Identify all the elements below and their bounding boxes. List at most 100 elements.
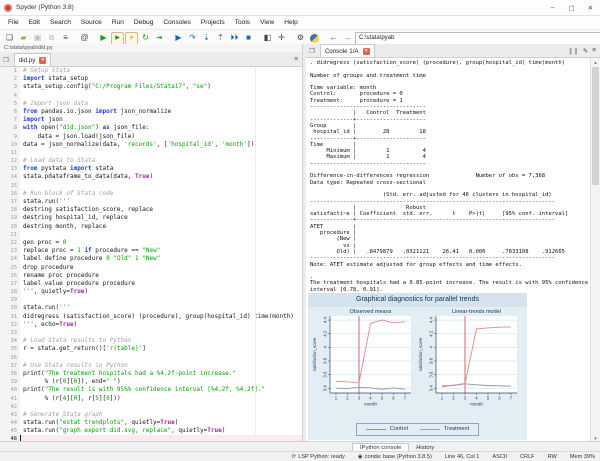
close-icon[interactable]: ✕	[363, 48, 370, 55]
step-out-icon[interactable]: ⇡	[214, 32, 227, 45]
menu-source[interactable]: Source	[76, 19, 107, 26]
menu-run[interactable]: Run	[107, 19, 129, 26]
code-line: 21	[0, 231, 302, 239]
svg-text:4: 4	[429, 346, 434, 349]
svg-text:4.2: 4.2	[429, 330, 434, 337]
preferences-icon[interactable]: ⚙	[294, 32, 307, 45]
menu-edit[interactable]: Edit	[24, 19, 45, 26]
menu-tools[interactable]: Tools	[230, 19, 255, 26]
readwrite-status: RW	[548, 454, 557, 460]
browse-tabs-icon[interactable]: ❐	[0, 56, 12, 64]
line-number: 25	[0, 264, 20, 272]
editor-pane: C:\stata\pyab\did.py ❐ did.py ✕ ≡ 1# Set…	[0, 44, 303, 442]
new-file-icon[interactable]: ❏	[3, 32, 16, 45]
debug-stop-icon[interactable]: ■	[242, 32, 255, 45]
inspect-icon[interactable]: ✎	[583, 47, 588, 55]
save-all-icon[interactable]: ⧉	[45, 32, 58, 45]
find-symbols-icon[interactable]: @	[78, 32, 91, 45]
console-options-icon[interactable]: ≡	[592, 47, 596, 54]
code-text: stata.run('''	[20, 304, 70, 312]
python-logo-icon	[310, 34, 319, 43]
line-number: 33	[0, 329, 20, 337]
tab-console-1a[interactable]: Console 1/A ✕	[320, 44, 375, 57]
close-icon[interactable]: ✕	[39, 57, 46, 64]
svg-text:3: 3	[464, 395, 467, 400]
line-number: 28	[0, 288, 20, 296]
line-number: 40	[0, 386, 20, 394]
code-text: with open("did.json") as json_file:	[20, 124, 149, 132]
code-lines: 1# Setup Stata2import stata_setup3stata_…	[0, 67, 302, 442]
scrollbar-thumb[interactable]	[592, 67, 599, 185]
svg-text:3.8: 3.8	[429, 357, 434, 364]
cursor-position: Line 46, Col 1	[445, 454, 480, 460]
code-line: 30stata.run('''	[0, 304, 302, 312]
debug-file-icon[interactable]: ▶	[172, 32, 185, 45]
console-output[interactable]: . didregress (satisfaction_score) (proce…	[306, 58, 600, 293]
back-icon[interactable]: ←	[327, 32, 340, 45]
code-line: 3stata_setup.config("C:/Program Files/St…	[0, 83, 302, 91]
code-line: 35r = stata.get_return()['r(table)']	[0, 345, 302, 353]
run-cell-icon[interactable]: ▶	[111, 32, 124, 45]
svg-text:7: 7	[404, 395, 407, 400]
maximize-button[interactable]: ▢	[562, 0, 581, 15]
code-text	[20, 182, 23, 190]
close-button[interactable]: ✕	[581, 0, 600, 15]
svg-text:6: 6	[392, 395, 395, 400]
working-directory-combo[interactable]: C:\stata\pyab ▾	[355, 32, 600, 45]
line-number: 26	[0, 272, 20, 280]
menu-search[interactable]: Search	[45, 19, 76, 26]
column-guide	[255, 67, 256, 442]
save-icon[interactable]: ▣	[31, 32, 44, 45]
menu-projects[interactable]: Projects	[196, 19, 230, 26]
code-text	[20, 92, 23, 100]
line-number: 19	[0, 214, 20, 222]
interrupt-kernel-icon[interactable]: ❚❚	[568, 47, 579, 55]
run-selection-icon[interactable]: ➟	[153, 32, 166, 45]
code-text: # Import json data	[20, 100, 88, 108]
maximize-pane-icon[interactable]: ✛	[275, 32, 288, 45]
debug-continue-icon[interactable]: ⏵⏵	[228, 32, 241, 45]
tab-did-py[interactable]: did.py ✕	[14, 53, 52, 66]
console-scrollbar[interactable]: ▲ ▼	[590, 58, 600, 442]
scroll-up-icon[interactable]: ▲	[591, 58, 600, 66]
code-text: import stata_setup	[20, 75, 88, 83]
run-file-icon[interactable]: ▶	[97, 32, 110, 45]
step-over-icon[interactable]: ↷	[186, 32, 199, 45]
svg-text:satisfaction_score: satisfaction_score	[312, 337, 317, 371]
code-text: % (r[0][0]), end=" ")	[20, 378, 121, 386]
python-env-icon[interactable]	[308, 32, 321, 45]
menu-debug[interactable]: Debug	[129, 19, 158, 26]
rerun-cell-icon[interactable]: ↻	[139, 32, 152, 45]
minimize-button[interactable]: –	[543, 0, 562, 15]
menu-file[interactable]: File	[3, 19, 24, 26]
code-line: 39 % (r[0][0]), end=" ")	[0, 378, 302, 386]
browse-tabs-icon[interactable]: ❐	[306, 47, 318, 55]
line-number: 18	[0, 206, 20, 214]
code-line: 32''', echo=True)	[0, 321, 302, 329]
working-directory-value: C:\stata\pyab	[359, 35, 394, 41]
open-file-icon[interactable]: ▰	[17, 32, 30, 45]
main-panes: C:\stata\pyab\did.py ❐ did.py ✕ ≡ 1# Set…	[0, 44, 600, 442]
editor-tab-bar: ❐ did.py ✕ ≡	[0, 53, 302, 67]
run-cell-advance-icon[interactable]: »	[125, 32, 138, 45]
line-number: 4	[0, 92, 20, 100]
code-text: from pandas.io.json import json_normaliz…	[20, 108, 171, 116]
code-line: 5# Import json data	[0, 100, 302, 108]
code-line: 41 % (r[4][0], r[5][0]))	[0, 395, 302, 403]
menu-help[interactable]: Help	[279, 19, 303, 26]
forward-icon[interactable]: →	[341, 32, 354, 45]
file-switcher-icon[interactable]: ≡	[59, 32, 72, 45]
code-line: 34# Load Stata results to Python	[0, 337, 302, 345]
step-into-icon[interactable]: ⇣	[200, 32, 213, 45]
line-number: 31	[0, 313, 20, 321]
menu-view[interactable]: View	[255, 19, 279, 26]
editor-options-icon[interactable]: ≡	[294, 56, 298, 63]
menu-consoles[interactable]: Consoles	[158, 19, 196, 26]
layout-icon[interactable]: ◧	[261, 32, 274, 45]
code-text: stata_setup.config("C:/Program Files/Sta…	[20, 83, 211, 91]
code-editor[interactable]: 1# Setup Stata2import stata_setup3stata_…	[0, 67, 302, 442]
console-toolbar-icons: ❚❚ ✎ ≡	[568, 47, 600, 55]
breadcrumb: C:\stata\pyab\did.py	[0, 44, 302, 53]
code-text: replace proc = 1 if procedure == "New"	[20, 247, 160, 255]
line-number: 13	[0, 165, 20, 173]
